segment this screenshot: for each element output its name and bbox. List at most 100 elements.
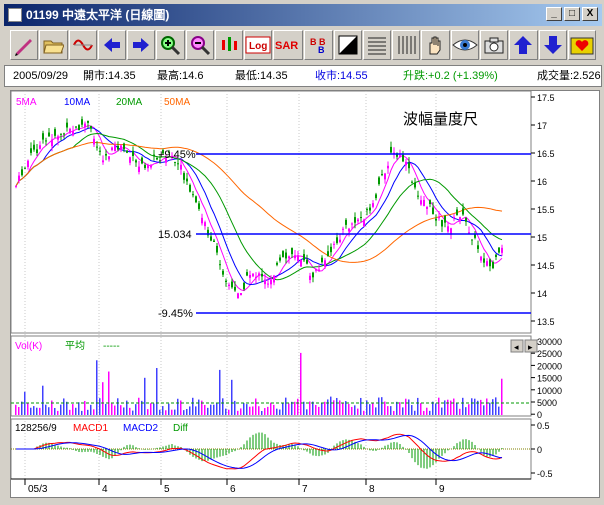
candle-body bbox=[240, 293, 242, 296]
chart-area[interactable]: +9.45% 15.034 -9.45% 波幅量度尺 5MA 10MA 20MA… bbox=[10, 90, 600, 498]
volume-bar bbox=[312, 401, 314, 415]
volume-bar bbox=[150, 403, 152, 415]
grid-horizontal-icon[interactable] bbox=[362, 30, 392, 60]
volume-bar bbox=[72, 404, 74, 415]
sar-label: SAR bbox=[275, 40, 298, 52]
arrow-left-icon[interactable] bbox=[97, 30, 127, 60]
candle-body bbox=[300, 259, 302, 267]
candle-body bbox=[495, 254, 497, 257]
hand-icon[interactable] bbox=[421, 30, 450, 60]
contrast-icon[interactable] bbox=[333, 30, 362, 60]
candle-body bbox=[387, 165, 389, 169]
macd-tick-label: 0.5 bbox=[537, 421, 550, 431]
candle-body bbox=[456, 209, 458, 216]
candle-body bbox=[477, 245, 479, 249]
candle-body bbox=[270, 279, 272, 285]
candle-body bbox=[213, 240, 215, 243]
date-x-axis: 05/3 4 5 6 7 8 9 bbox=[11, 478, 531, 495]
candle-body bbox=[354, 217, 356, 223]
minimize-button[interactable]: _ bbox=[546, 7, 562, 21]
candle-body bbox=[486, 261, 488, 266]
candle-body bbox=[222, 270, 224, 275]
macd-y-axis: 0.5 0 -0.5 bbox=[531, 421, 553, 479]
candle-body bbox=[468, 232, 470, 234]
volume-bar bbox=[186, 408, 188, 415]
wave-icon[interactable] bbox=[68, 30, 97, 60]
candle-body bbox=[111, 147, 113, 151]
volume-bar bbox=[204, 404, 206, 415]
arrow-down-icon[interactable] bbox=[538, 30, 567, 60]
grid-vertical-icon[interactable] bbox=[392, 30, 421, 60]
heart-icon[interactable] bbox=[567, 30, 597, 60]
volume-bar bbox=[402, 407, 404, 415]
eye-icon[interactable] bbox=[450, 30, 479, 60]
zoom-out-icon[interactable] bbox=[185, 30, 214, 60]
volume-bar bbox=[198, 399, 200, 415]
candlestick-icon[interactable] bbox=[214, 30, 244, 60]
sar-icon[interactable]: SAR bbox=[273, 30, 304, 60]
candle-body bbox=[321, 257, 323, 263]
candle-body bbox=[375, 194, 377, 199]
log-icon[interactable]: Log bbox=[244, 30, 273, 60]
pencil-icon[interactable] bbox=[10, 30, 39, 60]
volume-bar bbox=[501, 378, 503, 415]
candle-body bbox=[390, 146, 392, 153]
candle-body bbox=[471, 239, 473, 241]
volume-bar bbox=[324, 401, 326, 415]
volume-bar bbox=[159, 409, 161, 415]
candle-body bbox=[447, 226, 449, 232]
arrow-up-icon[interactable] bbox=[509, 30, 538, 60]
volume-bar bbox=[456, 402, 458, 415]
volume-bar bbox=[327, 399, 329, 415]
price-tick-label: 13.5 bbox=[537, 317, 555, 327]
price-tick-label: 16 bbox=[537, 177, 547, 187]
candle-body bbox=[285, 252, 287, 259]
candle-body bbox=[360, 217, 362, 219]
candle-body bbox=[417, 195, 419, 197]
candle-body bbox=[21, 169, 23, 176]
volume-bar bbox=[291, 401, 293, 415]
arrow-right-icon[interactable] bbox=[127, 30, 156, 60]
candle-body bbox=[414, 182, 416, 188]
candle-body bbox=[363, 219, 365, 227]
volume-bar bbox=[462, 397, 464, 415]
volume-bar bbox=[207, 407, 209, 415]
price-tick-label: 14.5 bbox=[537, 261, 555, 271]
candle-body bbox=[279, 257, 281, 261]
volume-bar bbox=[42, 385, 44, 415]
volume-bar bbox=[435, 403, 437, 415]
stock-chart[interactable]: +9.45% 15.034 -9.45% 波幅量度尺 5MA 10MA 20MA… bbox=[10, 90, 599, 497]
volume-bar bbox=[444, 400, 446, 415]
camera-icon[interactable] bbox=[479, 30, 509, 60]
open-folder-icon[interactable] bbox=[39, 30, 68, 60]
candle-body bbox=[252, 273, 254, 277]
quote-change: 升跌:+0.2 (+1.39%) bbox=[403, 70, 498, 82]
candle-body bbox=[201, 217, 203, 224]
volume-bar bbox=[465, 407, 467, 415]
candle-body bbox=[144, 164, 146, 168]
volume-bar bbox=[132, 410, 134, 415]
main-window: 01199 中遠太平洋 (日線圖) _ □ X Log SAR B BB 200… bbox=[0, 0, 604, 505]
zoom-in-icon[interactable] bbox=[156, 30, 185, 60]
candle-body bbox=[324, 260, 326, 267]
candle-body bbox=[177, 163, 179, 165]
x-tick-label: 5 bbox=[164, 484, 170, 495]
candle-body bbox=[291, 248, 293, 255]
candle-body bbox=[27, 160, 29, 168]
volume-bar bbox=[135, 404, 137, 415]
volume-bar bbox=[15, 404, 17, 415]
candle-body bbox=[492, 262, 494, 269]
bb-icon[interactable]: B BB bbox=[304, 30, 333, 60]
candle-body bbox=[297, 255, 299, 261]
price-tick-label: 16.5 bbox=[537, 149, 555, 159]
maximize-button[interactable]: □ bbox=[564, 7, 580, 21]
volume-bar bbox=[255, 398, 257, 415]
close-button[interactable]: X bbox=[582, 7, 598, 21]
volume-bar bbox=[279, 409, 281, 415]
candle-body bbox=[102, 160, 104, 163]
volume-bar bbox=[417, 397, 419, 415]
volume-bar bbox=[282, 402, 284, 415]
candle-body bbox=[39, 145, 41, 149]
volume-bar bbox=[99, 398, 101, 415]
volume-bar bbox=[480, 399, 482, 415]
